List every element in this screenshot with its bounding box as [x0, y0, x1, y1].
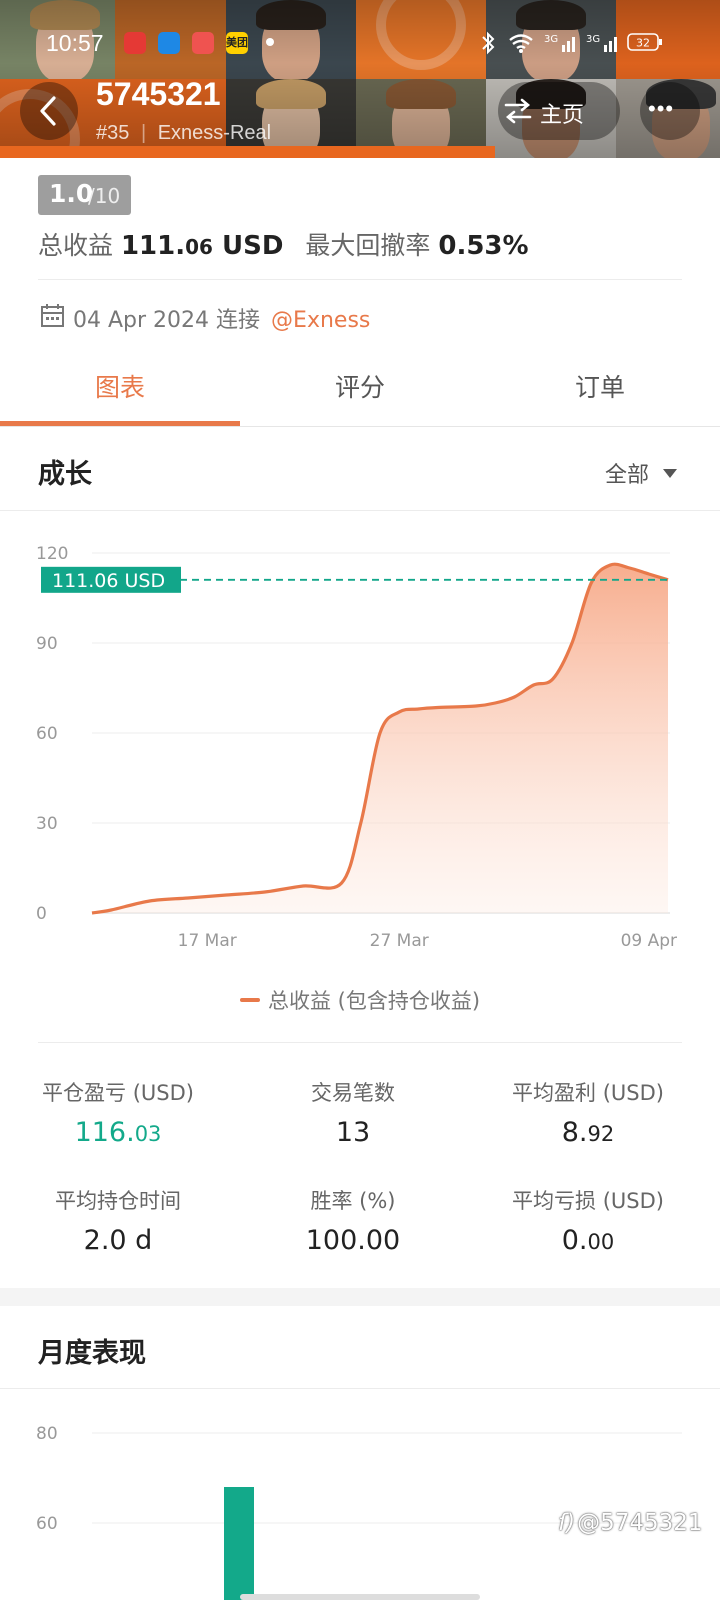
divider — [38, 279, 682, 280]
divider — [0, 510, 720, 511]
y-tick-label: 0 — [36, 904, 47, 924]
win-rate-value: 100.00 — [305, 1225, 401, 1256]
wifi-icon — [509, 34, 533, 49]
tab-active-indicator — [0, 421, 240, 426]
y-tick-label: 120 — [36, 544, 68, 564]
watermark: ſ)@5745321 — [558, 1510, 703, 1536]
max-drawdown-value: 0.53% — [438, 231, 529, 261]
y-tick-label: 80 — [36, 1424, 58, 1444]
growth-title: 成长 — [38, 459, 92, 490]
total-profit-label: 总收益 — [38, 231, 114, 260]
closed-pnl-label: 平仓盈亏 (USD) — [42, 1081, 194, 1105]
avg-profit-value: 8.92 — [561, 1117, 615, 1148]
divider — [38, 1042, 682, 1043]
watermark-logo-icon: ſ) — [558, 1510, 576, 1536]
y-tick-label: 60 — [36, 1514, 58, 1534]
trade-count-label: 交易笔数 — [311, 1081, 395, 1105]
closed-pnl-value: 116.03 — [74, 1117, 162, 1148]
avg-loss-label: 平均亏损 (USD) — [512, 1189, 664, 1213]
score-badge: 1.0 /10 — [38, 175, 131, 215]
home-button[interactable]: 主页 — [498, 82, 620, 140]
avg-loss-value: 0.00 — [561, 1225, 615, 1256]
chevron-left-icon — [40, 96, 56, 126]
video-app-icon — [124, 32, 146, 54]
status-time: 10:57 — [46, 30, 104, 56]
y-tick-label: 60 — [36, 724, 58, 744]
more-button[interactable]: ••• — [640, 82, 700, 140]
tab-divider — [0, 426, 720, 427]
max-drawdown-label: 最大回撤率 — [305, 231, 431, 260]
message-app-icon — [158, 32, 180, 54]
tab-orders[interactable]: 订单 — [480, 368, 720, 404]
more-dots-icon: ••• — [648, 96, 675, 121]
swap-icon — [504, 98, 532, 124]
x-tick-label: 09 Apr — [621, 931, 677, 951]
score-value: 1.0 — [49, 179, 94, 208]
monthly-bar — [224, 1487, 254, 1600]
y-tick-label: 30 — [36, 814, 58, 834]
x-tick-label: 17 Mar — [178, 931, 237, 951]
summary-line: 总收益 111.06 USD 最大回撤率 0.53% — [38, 226, 529, 262]
calendar-icon — [41, 304, 64, 327]
total-profit-value: 111.06 USD — [120, 231, 284, 261]
growth-chart: 111.06 USD 0 30 60 90 120 17 Mar 27 Mar 09 Apr — [36, 544, 677, 951]
current-value-label: 111.06 USD — [52, 570, 165, 592]
account-title: 5745321 — [96, 76, 221, 112]
tab-rating[interactable]: 评分 — [240, 368, 480, 404]
battery-icon: 32 — [627, 33, 662, 51]
avg-hold-time-label: 平均持仓时间 — [55, 1189, 181, 1213]
bluetooth-icon — [482, 31, 495, 55]
avg-profit-label: 平均盈利 (USD) — [512, 1081, 664, 1105]
horizontal-scrollbar[interactable] — [240, 1594, 480, 1600]
legend-label: 总收益 (包含持仓收益) — [267, 989, 481, 1013]
status-icons: 3G 3G 32 — [482, 31, 662, 55]
network-label-2: 3G — [586, 34, 600, 45]
signal-icon-2 — [604, 37, 617, 52]
connection-text: 连接 — [216, 308, 261, 333]
range-filter-label: 全部 — [605, 463, 650, 488]
back-button[interactable] — [20, 82, 78, 140]
meituan-app-icon: 美团 — [226, 32, 248, 54]
monthly-chart: 80 60 — [36, 1424, 682, 1600]
header-accent-strip — [0, 146, 495, 158]
win-rate-label: 胜率 (%) — [310, 1189, 396, 1213]
divider — [0, 1388, 720, 1389]
score-max: /10 — [88, 184, 121, 208]
home-label: 主页 — [540, 102, 585, 127]
legend-swatch — [239, 998, 260, 1002]
avg-hold-time-value: 2.0 d — [83, 1225, 153, 1256]
network-label-1: 3G — [544, 34, 558, 45]
rank-label: #35 — [96, 122, 130, 144]
signal-icon-1 — [562, 37, 575, 52]
connection-date: 04 Apr 2024 — [73, 308, 210, 333]
section-gap — [0, 1288, 720, 1306]
monthly-title: 月度表现 — [38, 1338, 146, 1369]
trade-count-value: 13 — [335, 1117, 371, 1148]
music-app-icon — [192, 32, 214, 54]
notification-dot-icon — [266, 38, 274, 46]
x-tick-label: 27 Mar — [370, 931, 429, 951]
broker-link[interactable]: @Exness — [271, 308, 370, 333]
y-tick-label: 90 — [36, 634, 58, 654]
range-filter-dropdown[interactable]: 全部 — [605, 457, 678, 489]
server-label: Exness-Real — [157, 122, 272, 144]
battery-level: 32 — [636, 37, 650, 50]
chart-legend: 总收益 (包含持仓收益) — [0, 985, 720, 1015]
caret-down-icon — [663, 469, 678, 478]
account-subtitle: #35 | Exness-Real — [96, 122, 272, 144]
tab-chart[interactable]: 图表 — [0, 368, 240, 404]
connection-line: 04 Apr 2024 连接 @Exness — [73, 302, 370, 334]
